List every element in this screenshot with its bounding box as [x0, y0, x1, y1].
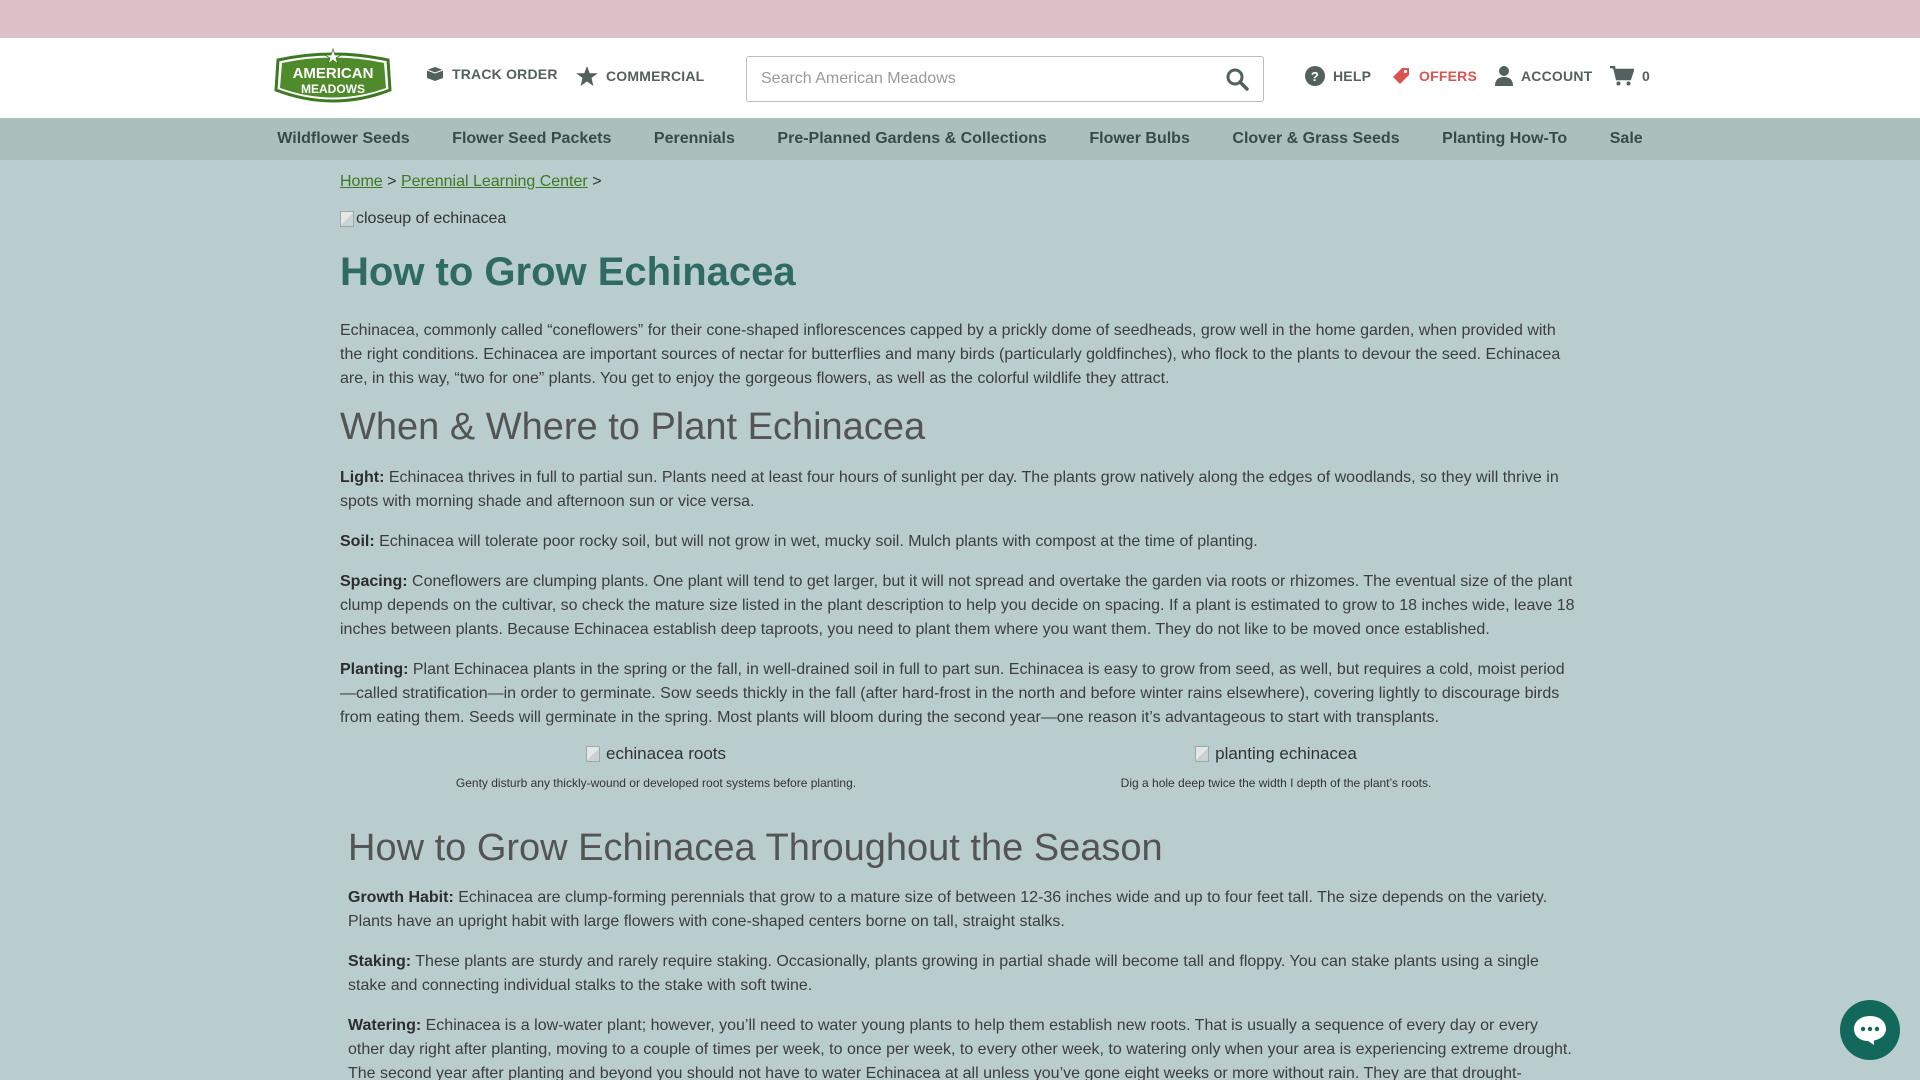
- svg-text:?: ?: [1311, 69, 1319, 84]
- soil-paragraph: Soil: Echinacea will tolerate poor rocky…: [340, 530, 1576, 554]
- breadcrumb-learning-center[interactable]: Perennial Learning Center: [401, 173, 588, 190]
- track-order-link[interactable]: TRACK ORDER: [426, 66, 558, 82]
- search-icon: [1226, 68, 1249, 91]
- track-order-label: TRACK ORDER: [452, 66, 558, 82]
- offers-label: OFFERS: [1419, 68, 1477, 84]
- cart-icon: [1610, 66, 1634, 86]
- main-nav: Wildflower Seeds Flower Seed Packets Per…: [0, 118, 1920, 160]
- intro-line: are, in this way, “two for one” plants. …: [340, 370, 1170, 387]
- figure-echinacea-roots: echinacea roots Genty disturb any thickl…: [348, 744, 964, 790]
- figure-alt-text: echinacea roots: [605, 744, 727, 763]
- figure-caption: Genty disturb any thickly-wound or devel…: [455, 776, 857, 790]
- watering-text: The second year after planting and beyon…: [348, 1065, 1522, 1080]
- breadcrumb: Home > Perennial Learning Center >: [340, 173, 602, 191]
- commercial-link[interactable]: COMMERCIAL: [576, 66, 704, 86]
- search-button[interactable]: [1225, 67, 1249, 96]
- intro-paragraph: Echinacea, commonly called “coneflowers”…: [340, 319, 1576, 391]
- staking-text: stake and connecting individual stalks t…: [348, 977, 813, 994]
- light-label: Light:: [340, 469, 385, 486]
- breadcrumb-home[interactable]: Home: [340, 173, 383, 190]
- offers-link[interactable]: OFFERS: [1391, 66, 1477, 86]
- chat-bubble-icon: [1854, 1016, 1886, 1045]
- watering-text: Echinacea is a low-water plant; however,…: [421, 1017, 1538, 1034]
- staking-paragraph: Staking: These plants are sturdy and rar…: [348, 950, 1576, 998]
- breadcrumb-separator: >: [592, 173, 602, 190]
- commercial-label: COMMERCIAL: [606, 68, 705, 84]
- section-heading-throughout-season: How to Grow Echinacea Throughout the Sea…: [348, 827, 1163, 869]
- cart-link[interactable]: 0: [1610, 66, 1650, 86]
- nav-item-planting-how-to[interactable]: Planting How-To: [1442, 130, 1567, 148]
- nav-item-pre-planned-gardens[interactable]: Pre-Planned Gardens & Collections: [777, 130, 1046, 148]
- user-icon: [1495, 66, 1513, 86]
- planting-text: Plant Echinacea plants in the spring or …: [408, 661, 1565, 678]
- growth-habit-text: Echinacea are clump-forming perennials t…: [453, 889, 1548, 906]
- spacing-text: inches between plants. Because Echinacea…: [340, 621, 1490, 638]
- figure-caption: Dig a hole deep twice the width I depth …: [1120, 776, 1432, 790]
- nav-item-wildflower-seeds[interactable]: Wildflower Seeds: [277, 130, 409, 148]
- watering-label: Watering:: [348, 1017, 422, 1034]
- soil-text: Echinacea will tolerate poor rocky soil,…: [374, 533, 1258, 550]
- account-label: ACCOUNT: [1521, 68, 1593, 84]
- tag-icon: [1393, 68, 1409, 84]
- nav-item-perennials[interactable]: Perennials: [654, 130, 735, 148]
- logo-text-top: AMERICAN: [293, 65, 374, 82]
- broken-image-icon: [585, 746, 600, 762]
- growth-habit-paragraph: Growth Habit: Echinacea are clump-formin…: [348, 886, 1576, 934]
- planting-paragraph: Planting: Plant Echinacea plants in the …: [340, 658, 1576, 730]
- nav-item-clover-grass-seeds[interactable]: Clover & Grass Seeds: [1232, 130, 1399, 148]
- light-text: spots with morning shade and afternoon s…: [340, 493, 755, 510]
- nav-item-flower-seed-packets[interactable]: Flower Seed Packets: [452, 130, 611, 148]
- box-icon: [426, 67, 444, 81]
- american-meadows-logo[interactable]: AMERICAN MEADOWS: [270, 46, 396, 110]
- watering-paragraph: Watering: Echinacea is a low-water plant…: [348, 1014, 1576, 1080]
- staking-text: These plants are sturdy and rarely requi…: [411, 953, 1539, 970]
- help-label: HELP: [1333, 68, 1372, 84]
- planting-text: —called stratification—in order to germi…: [340, 685, 1560, 702]
- spacing-text: Coneflowers are clumping plants. One pla…: [407, 573, 1573, 590]
- hero-image: closeup of echinacea: [340, 210, 506, 228]
- help-icon: ?: [1305, 66, 1325, 86]
- spacing-paragraph: Spacing: Coneflowers are clumping plants…: [340, 570, 1576, 642]
- planting-label: Planting:: [340, 661, 409, 678]
- light-text: Echinacea thrives in full to partial sun…: [384, 469, 1559, 486]
- staking-label: Staking:: [348, 953, 412, 970]
- star-icon: [576, 66, 598, 86]
- intro-line: the right conditions. Echinacea are impo…: [340, 346, 1561, 363]
- broken-image-icon: [340, 211, 354, 227]
- page-title: How to Grow Echinacea: [340, 250, 796, 294]
- broken-image-icon: [1195, 746, 1210, 762]
- growth-habit-label: Growth Habit:: [348, 889, 454, 906]
- figure-alt-text: planting echinacea: [1215, 744, 1357, 763]
- intro-line: Echinacea, commonly called “coneflowers”…: [340, 322, 1556, 339]
- figure-planting-echinacea: planting echinacea Dig a hole deep twice…: [968, 744, 1584, 790]
- nav-item-sale[interactable]: Sale: [1610, 130, 1643, 148]
- nav-item-flower-bulbs[interactable]: Flower Bulbs: [1089, 130, 1189, 148]
- breadcrumb-separator: >: [387, 173, 397, 190]
- spacing-text: clump depends on the cultivar, so check …: [340, 597, 1575, 614]
- search-box: [746, 56, 1264, 102]
- soil-label: Soil:: [340, 533, 375, 550]
- account-link[interactable]: ACCOUNT: [1495, 66, 1592, 86]
- promo-bar: [0, 0, 1920, 38]
- search-input[interactable]: [747, 70, 1187, 88]
- growth-habit-text: Plants have an upright habit with large …: [348, 913, 1065, 930]
- chat-button[interactable]: [1840, 1000, 1900, 1060]
- cart-count: 0: [1642, 68, 1650, 84]
- hero-image-alt: closeup of echinacea: [356, 210, 507, 227]
- logo-text-bottom: MEADOWS: [301, 82, 365, 96]
- site-header: AMERICAN MEADOWS TRACK ORDER COMMERCIAL …: [240, 38, 1680, 118]
- watering-text: other day right after planting, moving t…: [348, 1041, 1572, 1058]
- help-link[interactable]: ? HELP: [1305, 66, 1371, 86]
- spacing-label: Spacing:: [340, 573, 408, 590]
- light-paragraph: Light: Echinacea thrives in full to part…: [340, 466, 1576, 514]
- planting-text: from eating them. Seeds will germinate i…: [340, 709, 1439, 726]
- section-heading-when-where: When & Where to Plant Echinacea: [340, 406, 926, 448]
